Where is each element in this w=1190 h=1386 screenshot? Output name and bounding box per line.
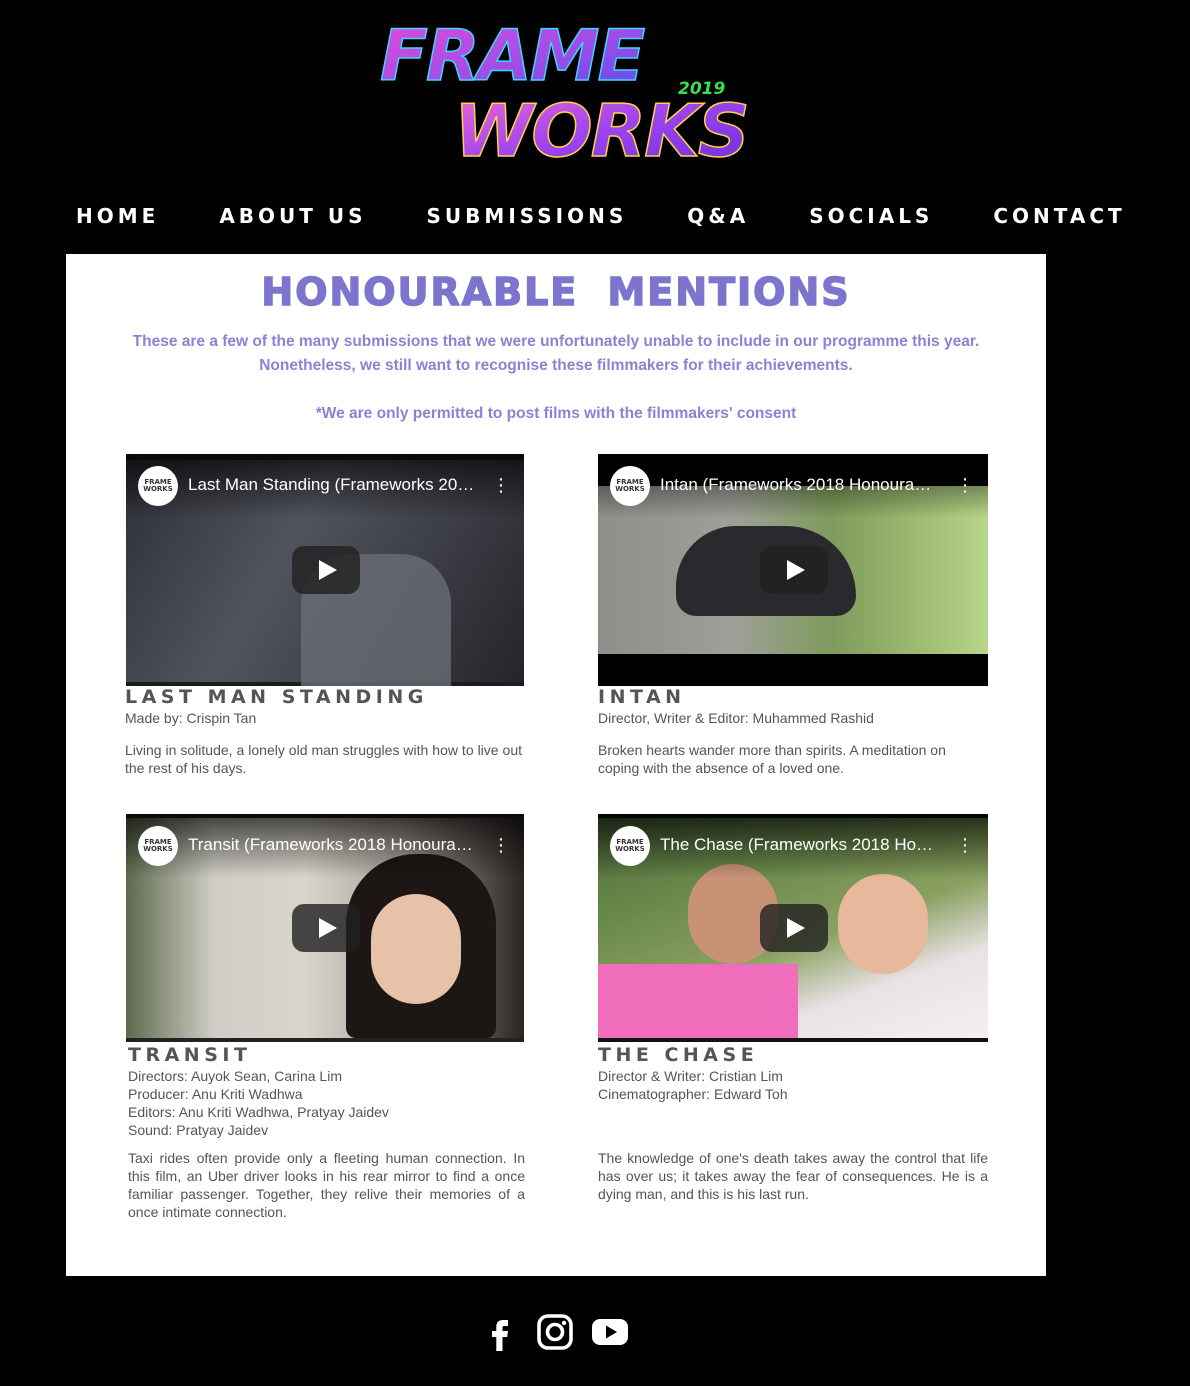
channel-avatar[interactable]: FRAME WORKS	[610, 826, 650, 866]
play-button[interactable]	[292, 546, 360, 594]
film-credits: Made by: Crispin Tan	[125, 709, 525, 727]
more-options-icon[interactable]: ⋮	[492, 476, 510, 496]
credit-line: Director & Writer: Cristian Lim	[598, 1068, 783, 1084]
channel-avatar[interactable]: FRAME WORKS	[138, 466, 178, 506]
video-title[interactable]: Last Man Standing (Frameworks 2018 Honou…	[188, 474, 478, 496]
logo-year: 2019	[678, 79, 725, 99]
main-nav: HOME ABOUT US SUBMISSIONS Q&A SOCIALS CO…	[46, 198, 1122, 234]
film-synopsis: Taxi rides often provide only a fleeting…	[128, 1150, 525, 1220]
nav-about-us[interactable]: ABOUT US	[189, 200, 396, 232]
facebook-icon[interactable]	[480, 1312, 520, 1352]
film-title: INTAN	[598, 686, 686, 708]
film-credits: Director, Writer & Editor: Muhammed Rash…	[598, 709, 988, 727]
logo-line1: FRAME	[380, 15, 645, 97]
credit-line: Sound: Pratyay Jaidev	[128, 1122, 269, 1138]
nav-home[interactable]: HOME	[46, 200, 189, 232]
credit-line: Director, Writer & Editor: Muhammed Rash…	[598, 710, 874, 726]
video-figure-left	[598, 964, 798, 1038]
channel-avatar[interactable]: FRAME WORKS	[610, 466, 650, 506]
nav-submissions[interactable]: SUBMISSIONS	[397, 200, 658, 232]
play-button[interactable]	[760, 546, 828, 594]
play-button[interactable]	[292, 904, 360, 952]
content-panel: HONOURABLE MENTIONS These are a few of t…	[66, 254, 1046, 1276]
video-player-intan[interactable]: FRAME WORKS Intan (Frameworks 2018 Honou…	[598, 454, 988, 686]
play-button[interactable]	[760, 904, 828, 952]
more-options-icon[interactable]: ⋮	[956, 476, 974, 496]
more-options-icon[interactable]: ⋮	[492, 836, 510, 856]
page-title: HONOURABLE MENTIONS	[261, 269, 851, 315]
frameworks-logo[interactable]: FRAME WORKS 2019	[372, 14, 752, 174]
channel-avatar[interactable]: FRAME WORKS	[138, 826, 178, 866]
film-synopsis: The knowledge of one's death takes away …	[598, 1150, 988, 1202]
film-synopsis: Living in solitude, a lonely old man str…	[125, 742, 522, 776]
film-title: LAST MAN STANDING	[125, 686, 428, 708]
video-face	[371, 894, 461, 1004]
credit-line: Editors: Anu Kriti Wadhwa, Pratyay Jaide…	[128, 1104, 389, 1120]
credit-line: Producer: Anu Kriti Wadhwa	[128, 1086, 303, 1102]
video-title[interactable]: Transit (Frameworks 2018 Honourable Ment…	[188, 834, 474, 856]
video-face-right	[838, 874, 928, 974]
video-player-last-man-standing[interactable]: FRAME WORKS Last Man Standing (Framework…	[126, 454, 524, 686]
video-player-the-chase[interactable]: FRAME WORKS The Chase (Frameworks 2018 H…	[598, 814, 988, 1042]
logo-graphic: FRAME WORKS 2019	[379, 14, 750, 174]
nav-qa[interactable]: Q&A	[657, 200, 779, 232]
film-title: TRANSIT	[128, 1044, 252, 1066]
film-credits: Directors: Auyok Sean, Carina Lim Produc…	[128, 1067, 528, 1139]
youtube-icon[interactable]	[590, 1312, 630, 1352]
more-options-icon[interactable]: ⋮	[956, 836, 974, 856]
credit-line: Directors: Auyok Sean, Carina Lim	[128, 1068, 342, 1084]
instagram-icon[interactable]	[535, 1312, 575, 1352]
logo-line2: WORKS	[454, 89, 748, 173]
intro-text: These are a few of the many submissions …	[132, 333, 980, 374]
film-title: THE CHASE	[598, 1044, 759, 1066]
nav-socials[interactable]: SOCIALS	[779, 200, 963, 232]
video-title[interactable]: Intan (Frameworks 2018 Honourable Mentio…	[660, 474, 932, 496]
credit-line: Cinematographer: Edward Toh	[598, 1086, 788, 1102]
film-credits: Director & Writer: Cristian Lim Cinemato…	[598, 1067, 988, 1103]
credit-line: Made by: Crispin Tan	[125, 710, 257, 726]
consent-note: *We are only permitted to post films wit…	[315, 405, 797, 422]
nav-contact[interactable]: CONTACT	[963, 200, 1155, 232]
video-player-transit[interactable]: FRAME WORKS Transit (Frameworks 2018 Hon…	[126, 814, 524, 1042]
film-synopsis: Broken hearts wander more than spirits. …	[598, 742, 946, 776]
video-title[interactable]: The Chase (Frameworks 2018 Honourable Me…	[660, 834, 940, 856]
